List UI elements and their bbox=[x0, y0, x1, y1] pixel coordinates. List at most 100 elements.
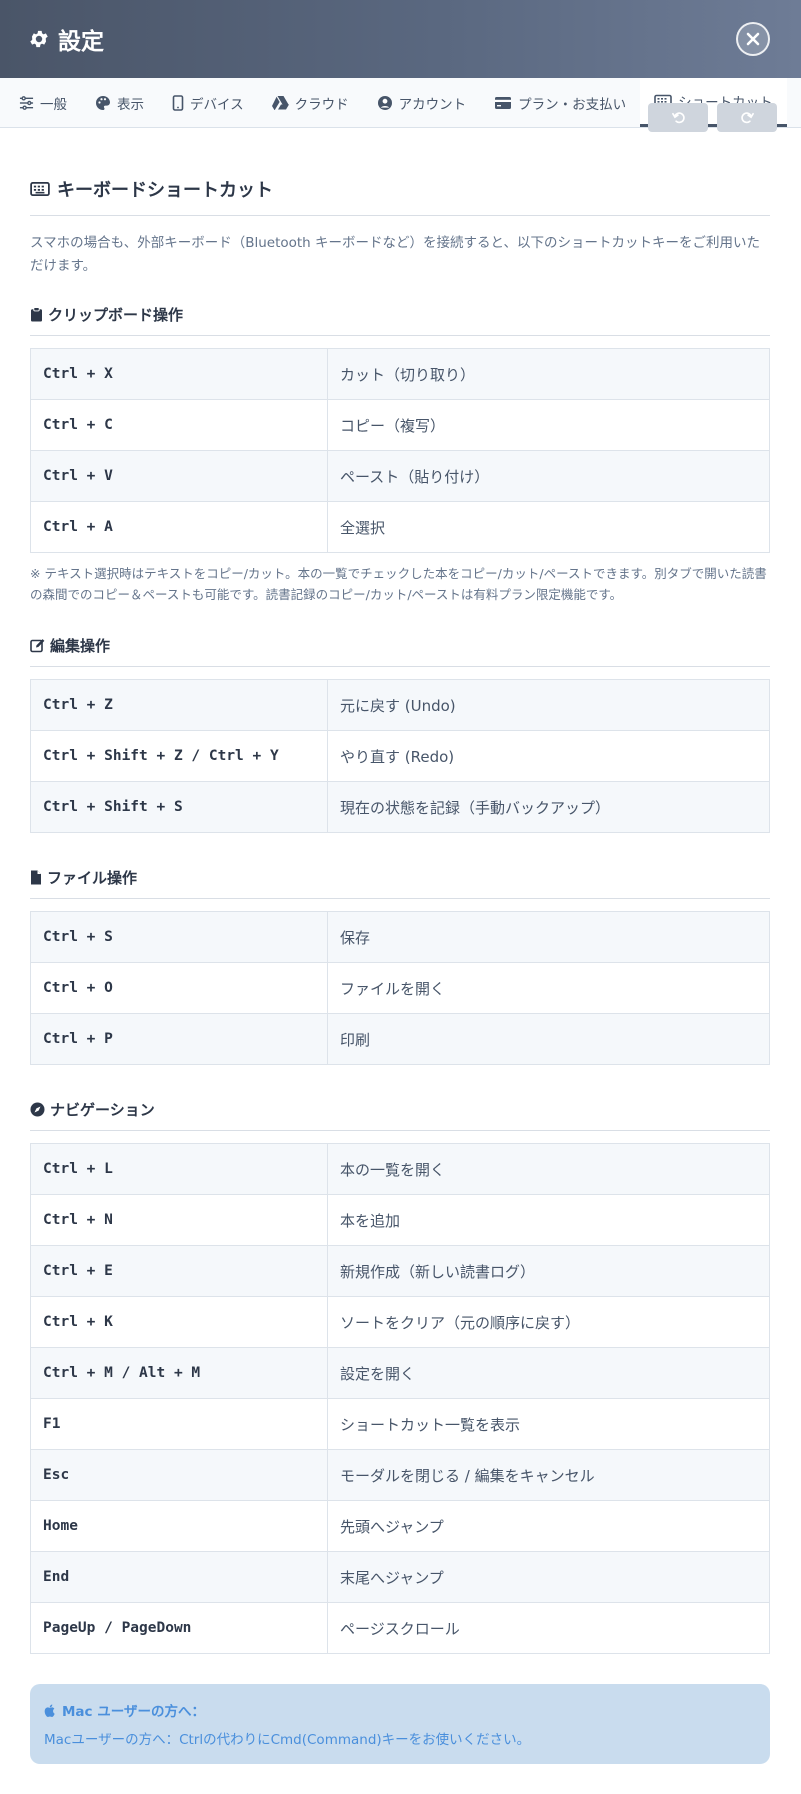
shortcut-key: Ctrl + X bbox=[30, 348, 328, 400]
tab-account[interactable]: アカウント bbox=[363, 78, 481, 127]
shortcut-key: Ctrl + V bbox=[30, 450, 328, 502]
tab-label: クラウド bbox=[294, 96, 349, 113]
group-title-text: 編集操作 bbox=[50, 637, 111, 655]
shortcut-table: Ctrl + Z 元に戻す (Undo) Ctrl + Shift + Z / Ct… bbox=[30, 679, 770, 833]
shortcut-key: Ctrl + L bbox=[30, 1143, 328, 1195]
mac-info-title: Mac ユーザーの方へ： bbox=[44, 1700, 756, 1720]
tab-label: アカウント bbox=[398, 96, 467, 113]
shortcut-key: Ctrl + A bbox=[30, 501, 328, 553]
keyboard-icon bbox=[30, 182, 50, 196]
shortcut-action: やり直す (Redo) bbox=[327, 730, 770, 782]
shortcut-action: コピー（複写） bbox=[327, 399, 770, 451]
tab-display[interactable]: 表示 bbox=[81, 78, 158, 127]
shortcut-key: Ctrl + Shift + S bbox=[30, 781, 328, 833]
table-row: Ctrl + X カット（切り取り） bbox=[30, 348, 770, 400]
shortcut-action: 本を追加 bbox=[327, 1194, 770, 1246]
shortcut-key: Ctrl + M / Alt + M bbox=[30, 1347, 328, 1399]
shortcut-action: 全選択 bbox=[327, 501, 770, 553]
shortcut-key: Ctrl + C bbox=[30, 399, 328, 451]
shortcut-action: 印刷 bbox=[327, 1013, 770, 1065]
shortcut-action: ページスクロール bbox=[327, 1602, 770, 1654]
shortcut-rows: Ctrl + X カット（切り取り） Ctrl + C コピー（複写） Ctrl + V… bbox=[30, 348, 770, 553]
group-title-text: ナビゲーション bbox=[50, 1101, 155, 1119]
file-icon bbox=[31, 870, 41, 885]
shortcut-key: Ctrl + P bbox=[30, 1013, 328, 1065]
table-row: Esc モーダルを閉じる / 編集をキャンセル bbox=[30, 1449, 770, 1501]
compass-icon bbox=[30, 1102, 45, 1117]
table-row: Ctrl + V ペースト（貼り付け） bbox=[30, 450, 770, 502]
shortcut-rows: Ctrl + Z 元に戻す (Undo) Ctrl + Shift + Z / Ct… bbox=[30, 679, 770, 833]
shortcut-key: End bbox=[30, 1551, 328, 1603]
shortcut-action: 元に戻す (Undo) bbox=[327, 679, 770, 731]
gear-icon bbox=[30, 30, 48, 48]
table-row: Ctrl + O ファイルを開く bbox=[30, 962, 770, 1014]
shortcut-key: PageUp / PageDown bbox=[30, 1602, 328, 1654]
shortcut-action: 現在の状態を記録（手動バックアップ） bbox=[327, 781, 770, 833]
table-row: Ctrl + E 新規作成（新しい読書ログ） bbox=[30, 1245, 770, 1297]
modal-title: 設定 bbox=[28, 22, 104, 56]
apple-icon bbox=[44, 1704, 55, 1717]
shortcut-key: Ctrl + Z bbox=[30, 679, 328, 731]
close-icon bbox=[746, 32, 760, 46]
shortcut-action: 新規作成（新しい読書ログ） bbox=[327, 1245, 770, 1297]
tab-device[interactable]: デバイス bbox=[158, 78, 258, 127]
table-row: F1 ショートカット一覧を表示 bbox=[30, 1398, 770, 1450]
tab-label: 一般 bbox=[40, 96, 67, 113]
shortcut-key: Ctrl + S bbox=[30, 911, 328, 963]
tab-cloud[interactable]: クラウド bbox=[258, 78, 363, 127]
group-title: ナビゲーション bbox=[30, 1099, 770, 1131]
mobile-icon bbox=[172, 94, 184, 111]
tab-plan[interactable]: プラン・お支払い bbox=[480, 78, 640, 127]
shortcut-key: Ctrl + O bbox=[30, 962, 328, 1014]
shortcut-key: Esc bbox=[30, 1449, 328, 1501]
settings-modal: 設定 一般 表示 デバイス クラウド アカウント プラン・お支払い キーボードシ… bbox=[0, 0, 801, 1794]
shortcut-key: Ctrl + N bbox=[30, 1194, 328, 1246]
tab-general[interactable]: 一般 bbox=[5, 78, 81, 127]
modal-header: 設定 bbox=[0, 0, 801, 78]
table-row: Ctrl + S 保存 bbox=[30, 911, 770, 963]
table-row: Ctrl + N 本を追加 bbox=[30, 1194, 770, 1246]
edit-icon bbox=[30, 639, 45, 653]
table-row: Ctrl + K ソートをクリア（元の順序に戻す） bbox=[30, 1296, 770, 1348]
group-title-text: クリップボード操作 bbox=[48, 306, 184, 324]
group-title: クリップボード操作 bbox=[30, 304, 770, 336]
close-button[interactable] bbox=[736, 22, 770, 56]
table-row: Ctrl + Z 元に戻す (Undo) bbox=[30, 679, 770, 731]
modal-title-text: 設定 bbox=[58, 29, 104, 55]
shortcut-rows: Ctrl + S 保存 Ctrl + O ファイルを開く Ctrl + P 印刷 bbox=[30, 911, 770, 1065]
shortcut-action: ショートカット一覧を表示 bbox=[327, 1398, 770, 1450]
shortcut-rows: Ctrl + L 本の一覧を開く Ctrl + N 本を追加 Ctrl + E 新規作成（… bbox=[30, 1143, 770, 1654]
credit-card-icon bbox=[495, 96, 512, 109]
shortcut-action: 設定を開く bbox=[327, 1347, 770, 1399]
group-title-text: ファイル操作 bbox=[47, 869, 138, 887]
page-title-text: キーボードショートカット bbox=[57, 180, 273, 201]
page-title: キーボードショートカット bbox=[30, 128, 770, 216]
group-title: 編集操作 bbox=[30, 635, 770, 667]
table-row: Ctrl + Shift + S 現在の状態を記録（手動バックアップ） bbox=[30, 781, 770, 833]
table-row: End 末尾へジャンプ bbox=[30, 1551, 770, 1603]
shortcut-action: ソートをクリア（元の順序に戻す） bbox=[327, 1296, 770, 1348]
clipboard-icon bbox=[31, 307, 42, 322]
file-section: ファイル操作 Ctrl + S 保存 Ctrl + O ファイルを開く Ctrl + P… bbox=[30, 867, 770, 1065]
table-row: Ctrl + M / Alt + M 設定を開く bbox=[30, 1347, 770, 1399]
user-circle-icon bbox=[377, 95, 392, 110]
table-row: Ctrl + A 全選択 bbox=[30, 501, 770, 553]
page-description: スマホの場合も、外部キーボード（Bluetooth キーボードなど）を接続すると… bbox=[30, 235, 760, 274]
shortcut-action: 保存 bbox=[327, 911, 770, 963]
shortcut-key: Ctrl + K bbox=[30, 1296, 328, 1348]
tab-label: 表示 bbox=[117, 96, 144, 113]
shortcut-key: Ctrl + Shift + Z / Ctrl + Y bbox=[30, 730, 328, 782]
mac-info-text: Macユーザーの方へ：Ctrlの代わりにCmd(Command)キーをお使いくだ… bbox=[44, 1732, 531, 1748]
shortcut-table: Ctrl + X カット（切り取り） Ctrl + C コピー（複写） Ctrl + V… bbox=[30, 348, 770, 553]
sliders-icon bbox=[19, 95, 34, 110]
table-row: Ctrl + L 本の一覧を開く bbox=[30, 1143, 770, 1195]
clipboard-note: ※ テキスト選択時はテキストをコピー/カット。本の一覧でチェックした本をコピー/… bbox=[30, 566, 767, 602]
shortcut-table: Ctrl + S 保存 Ctrl + O ファイルを開く Ctrl + P 印刷 bbox=[30, 911, 770, 1065]
table-row: PageUp / PageDown ページスクロール bbox=[30, 1602, 770, 1654]
shortcut-key: F1 bbox=[30, 1398, 328, 1450]
shortcut-action: ファイルを開く bbox=[327, 962, 770, 1014]
table-row: Ctrl + Shift + Z / Ctrl + Y やり直す (Redo) bbox=[30, 730, 770, 782]
shortcut-action: 先頭へジャンプ bbox=[327, 1500, 770, 1552]
shortcut-action: 本の一覧を開く bbox=[327, 1143, 770, 1195]
tab-label: デバイス bbox=[190, 96, 244, 113]
